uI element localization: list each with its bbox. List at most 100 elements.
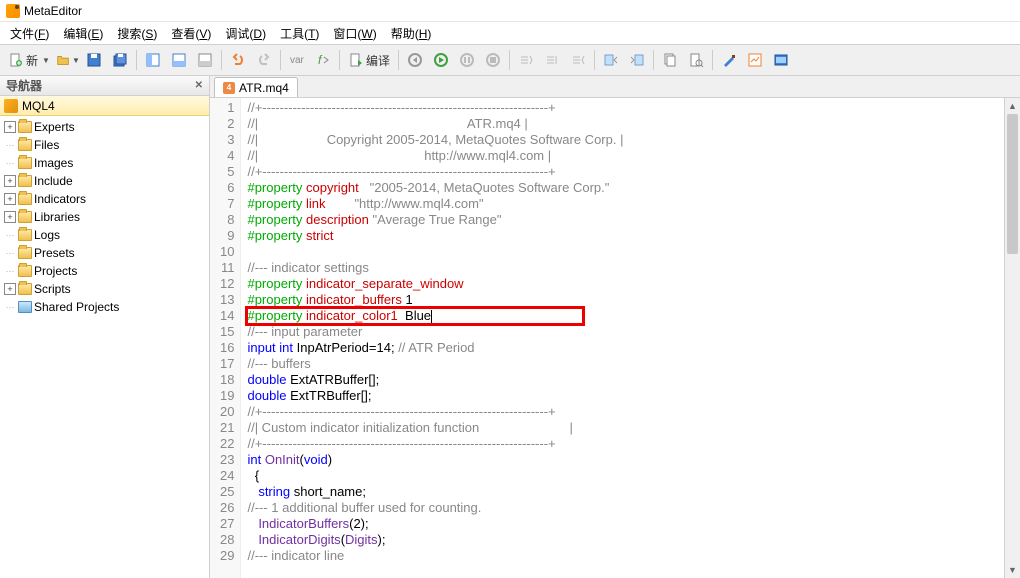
debug-start-button[interactable] — [429, 48, 453, 72]
code-line[interactable]: #property indicator_color1 Blue — [247, 308, 1004, 324]
expand-icon[interactable]: + — [4, 211, 16, 223]
code-line[interactable]: //--- indicator line — [247, 548, 1004, 564]
tabbar: 4 ATR.mq4 — [210, 76, 1020, 98]
vertical-scrollbar[interactable]: ▲ ▼ — [1004, 98, 1020, 578]
menu-e[interactable]: 编辑(E) — [57, 23, 109, 44]
code-lines[interactable]: //+-------------------------------------… — [241, 98, 1004, 578]
code-line[interactable]: //| Copyright 2005-2014, MetaQuotes Soft… — [247, 132, 1004, 148]
menu-t[interactable]: 工具(T) — [274, 23, 325, 44]
code-line[interactable]: //+-------------------------------------… — [247, 404, 1004, 420]
code-line[interactable]: //+-------------------------------------… — [247, 436, 1004, 452]
navigator-root[interactable]: MQL4 — [0, 96, 209, 116]
expand-icon[interactable]: + — [4, 283, 16, 295]
code-line[interactable]: IndicatorBuffers(2); — [247, 516, 1004, 532]
debug-stop-button[interactable] — [481, 48, 505, 72]
code-line[interactable]: //| ATR.mq4 | — [247, 116, 1004, 132]
menu-s[interactable]: 搜索(S) — [111, 23, 163, 44]
tree-item[interactable]: +Libraries — [0, 208, 209, 226]
svg-text:f: f — [318, 53, 323, 67]
menu-v[interactable]: 查看(V) — [165, 23, 217, 44]
code-line[interactable]: int OnInit(void) — [247, 452, 1004, 468]
save-button[interactable] — [82, 48, 106, 72]
mql4-icon — [4, 99, 18, 113]
tree-item[interactable]: +Experts — [0, 118, 209, 136]
scroll-thumb[interactable] — [1007, 114, 1018, 254]
code-line[interactable]: #property copyright "2005-2014, MetaQuot… — [247, 180, 1004, 196]
code-line[interactable]: string short_name; — [247, 484, 1004, 500]
step2-button[interactable] — [540, 48, 564, 72]
debug-back-button[interactable] — [403, 48, 427, 72]
scroll-down-icon[interactable]: ▼ — [1005, 562, 1020, 578]
tree-item[interactable]: ···Images — [0, 154, 209, 172]
undo-button[interactable] — [226, 48, 250, 72]
menu-d[interactable]: 调试(D) — [219, 23, 272, 44]
tree-item[interactable]: ···Files — [0, 136, 209, 154]
code-line[interactable]: #property strict — [247, 228, 1004, 244]
new-button[interactable]: 新▼ — [4, 48, 54, 72]
code-line[interactable]: #property description "Average True Rang… — [247, 212, 1004, 228]
code-line[interactable]: //--- buffers — [247, 356, 1004, 372]
tree-item[interactable]: +Scripts — [0, 280, 209, 298]
open-button[interactable]: ▼ — [56, 48, 80, 72]
find-button[interactable] — [684, 48, 708, 72]
menu-f[interactable]: 文件(F) — [4, 23, 55, 44]
code-line[interactable]: double ExtTRBuffer[]; — [247, 388, 1004, 404]
menu-h[interactable]: 帮助(H) — [385, 23, 438, 44]
code-line[interactable]: //+-------------------------------------… — [247, 164, 1004, 180]
code-line[interactable]: #property indicator_separate_window — [247, 276, 1004, 292]
code-line[interactable]: //--- input parameter — [247, 324, 1004, 340]
code-line[interactable]: //--- indicator settings — [247, 260, 1004, 276]
menu-w[interactable]: 窗口(W) — [327, 23, 382, 44]
bm-prev-button[interactable] — [599, 48, 623, 72]
tree-item[interactable]: + Indicators — [0, 190, 209, 208]
func-button[interactable]: f — [311, 48, 335, 72]
toolbar: 新▼ ▼ var f 编译 — [0, 44, 1020, 76]
copy-button[interactable] — [658, 48, 682, 72]
panel1-button[interactable] — [141, 48, 165, 72]
folder-icon — [18, 121, 32, 133]
code-line[interactable]: #property indicator_buffers 1 — [247, 292, 1004, 308]
code-line[interactable]: double ExtATRBuffer[]; — [247, 372, 1004, 388]
expand-icon[interactable]: + — [4, 193, 16, 205]
code-line[interactable] — [247, 244, 1004, 260]
tree-item[interactable]: ···Logs — [0, 226, 209, 244]
tab-atr[interactable]: 4 ATR.mq4 — [214, 77, 298, 97]
panel2-button[interactable] — [167, 48, 191, 72]
bm-next-button[interactable] — [625, 48, 649, 72]
folder-icon — [18, 193, 32, 205]
tree-item[interactable]: ···Projects — [0, 262, 209, 280]
tree-item[interactable]: ···Presets — [0, 244, 209, 262]
scroll-up-icon[interactable]: ▲ — [1005, 98, 1020, 114]
styler-button[interactable] — [717, 48, 741, 72]
debug-pause-button[interactable] — [455, 48, 479, 72]
code-line[interactable]: //--- 1 additional buffer used for count… — [247, 500, 1004, 516]
expand-icon[interactable]: + — [4, 121, 16, 133]
tree-label: Indicators — [34, 192, 86, 206]
step1-button[interactable] — [514, 48, 538, 72]
code-line[interactable]: { — [247, 468, 1004, 484]
code-line[interactable]: IndicatorDigits(Digits); — [247, 532, 1004, 548]
code-line[interactable]: #property link "http://www.mql4.com" — [247, 196, 1004, 212]
tree-dots-icon: ··· — [4, 140, 16, 150]
folder-icon — [18, 211, 32, 223]
step3-button[interactable] — [566, 48, 590, 72]
close-icon[interactable]: ✕ — [195, 80, 203, 91]
save-all-button[interactable] — [108, 48, 132, 72]
var-button[interactable]: var — [285, 48, 309, 72]
redo-button[interactable] — [252, 48, 276, 72]
tree-dots-icon: ··· — [4, 248, 16, 258]
expand-icon[interactable]: + — [4, 175, 16, 187]
code-line[interactable]: //| http://www.mql4.com | — [247, 148, 1004, 164]
terminal-button[interactable] — [769, 48, 793, 72]
editor-area: 4 ATR.mq4 123456789101112131415161718192… — [210, 76, 1020, 578]
tree-item[interactable]: ···Shared Projects — [0, 298, 209, 316]
folder-icon — [18, 139, 32, 151]
compile-button[interactable]: 编译 — [344, 48, 394, 72]
tree-item[interactable]: +Include — [0, 172, 209, 190]
panel3-button[interactable] — [193, 48, 217, 72]
code-line[interactable]: input int InpAtrPeriod=14; // ATR Period — [247, 340, 1004, 356]
code-line[interactable]: //+-------------------------------------… — [247, 100, 1004, 116]
chart-button[interactable] — [743, 48, 767, 72]
code-editor[interactable]: 1234567891011121314151617181920212223242… — [210, 98, 1020, 578]
code-line[interactable]: //| Custom indicator initialization func… — [247, 420, 1004, 436]
